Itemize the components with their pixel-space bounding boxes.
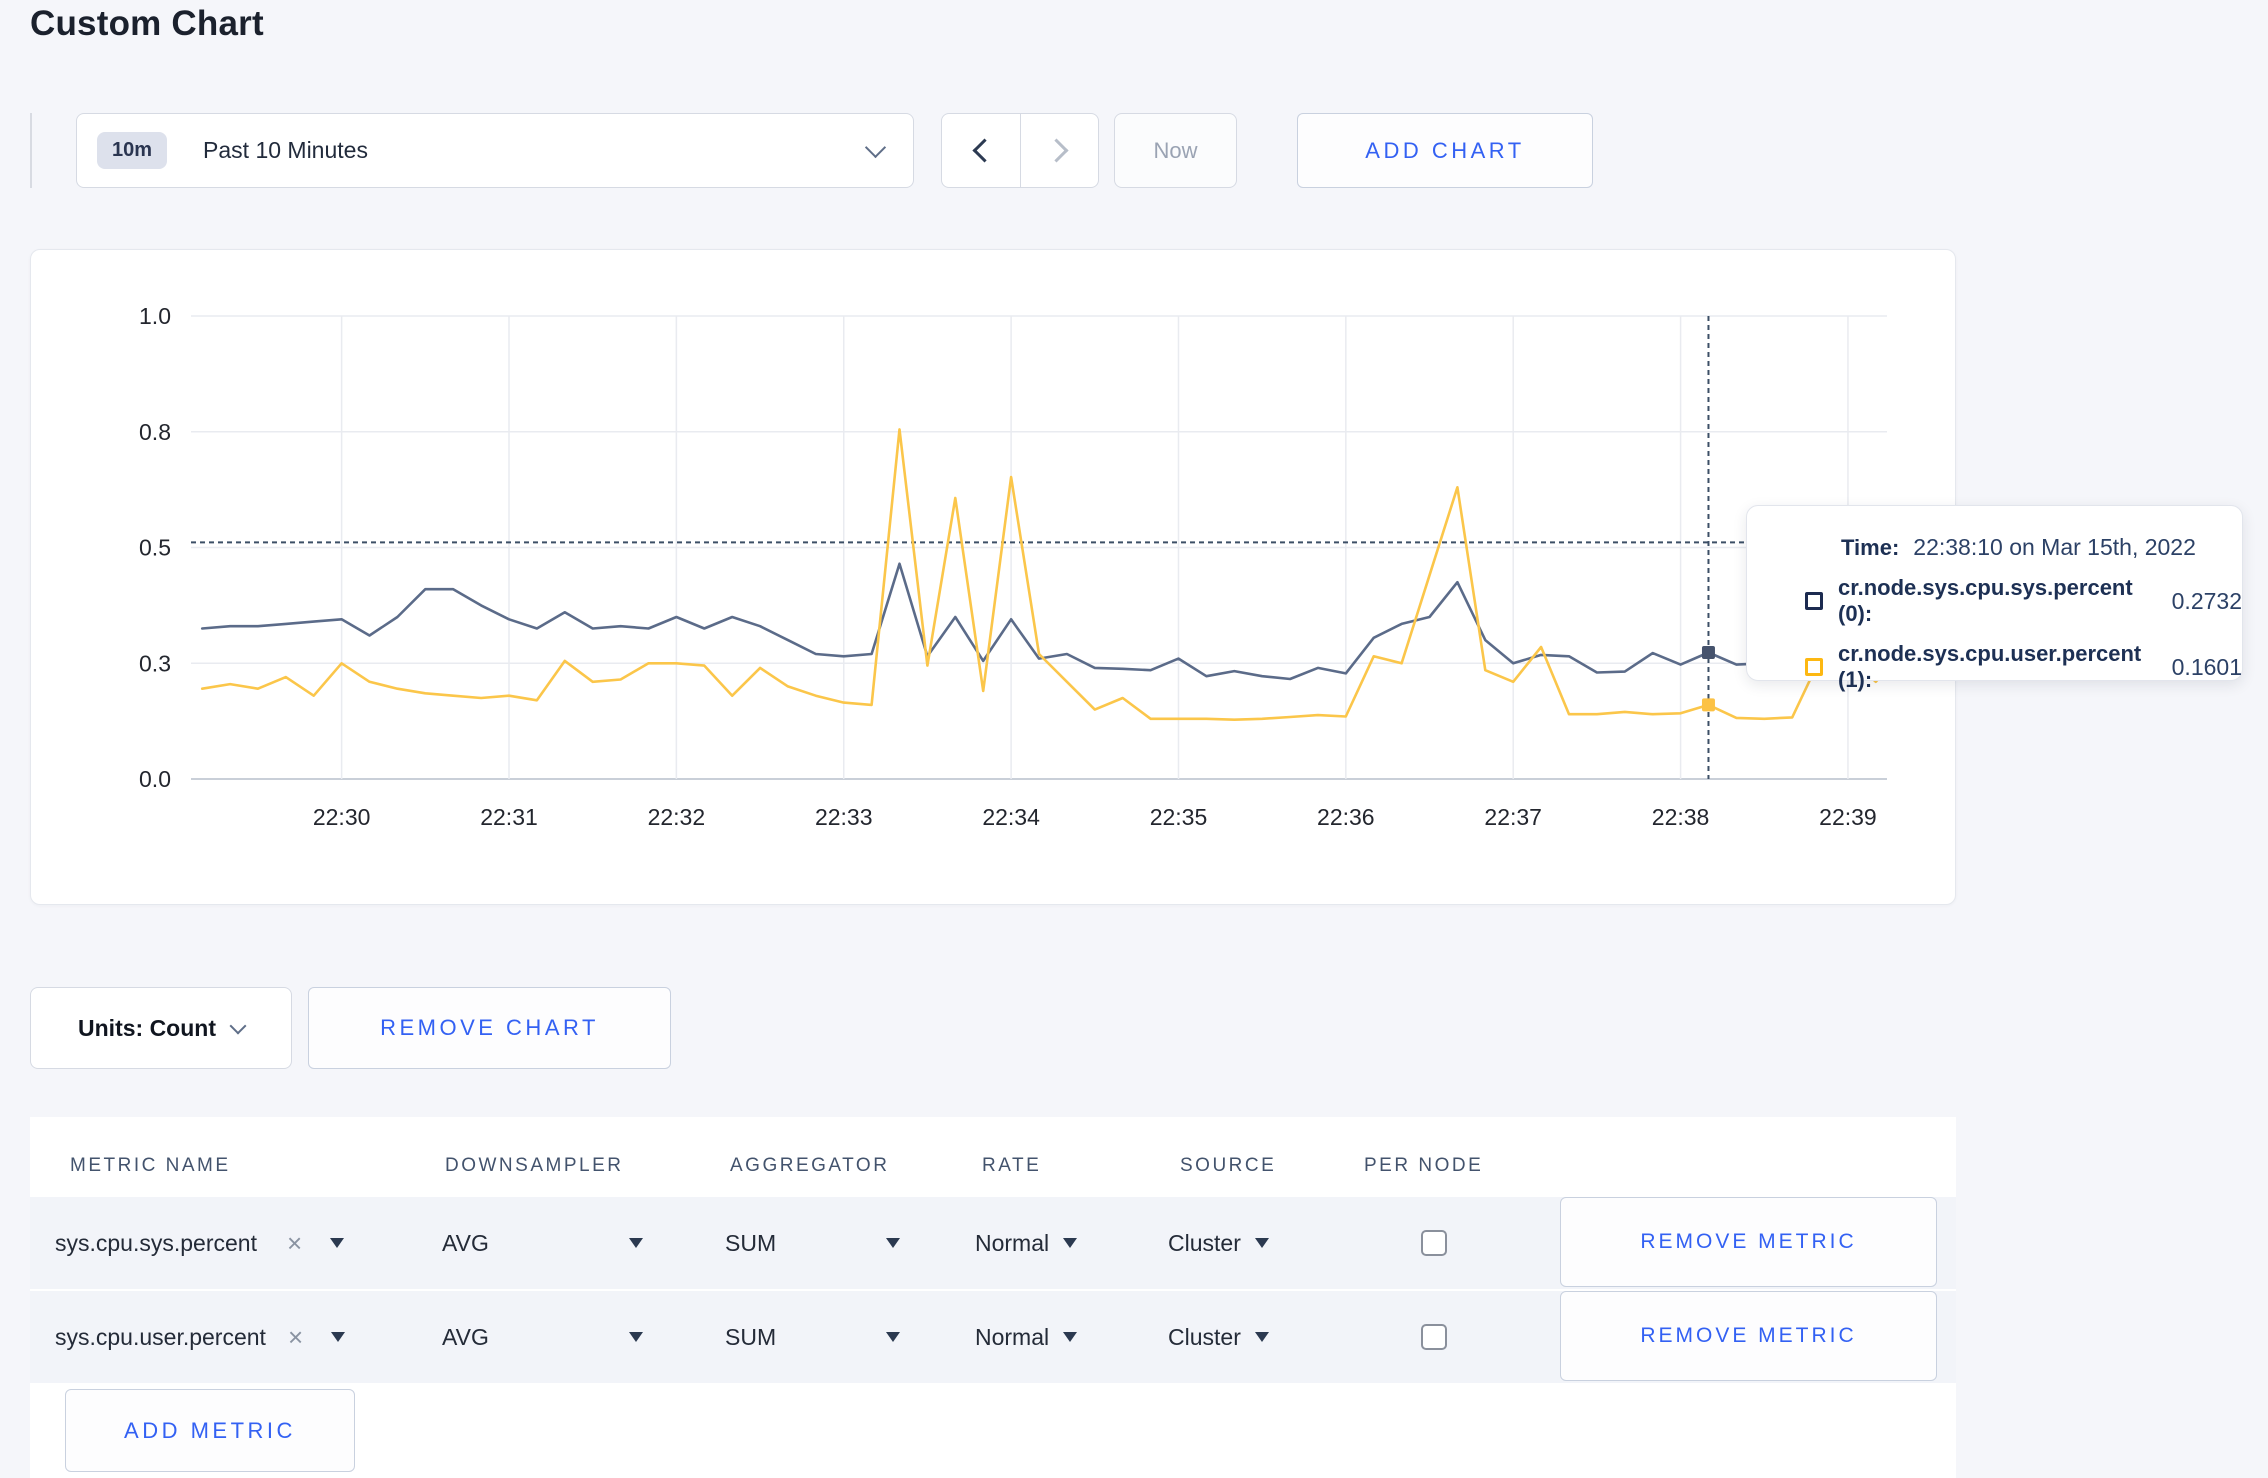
x-tick-label: 22:35 [1150,804,1208,830]
caret-down-icon [628,1238,643,1248]
chevron-down-icon [864,136,887,159]
caret-down-icon [1063,1332,1078,1342]
now-button[interactable]: Now [1114,113,1237,188]
y-tick-label: 0.3 [139,650,171,676]
metrics-table: METRIC NAME DOWNSAMPLER AGGREGATOR RATE … [30,1117,1956,1478]
col-header-aggregator: AGGREGATOR [730,1155,890,1176]
chart-card: 0.0 0.3 0.5 0.8 1.0 22:30 22:31 22:32 22:33 22:34… [30,249,2243,906]
tooltip-series-value: 0.2732 [2171,587,2242,614]
source-select[interactable]: Cluster [1168,1291,1269,1383]
y-tick-label: 0.0 [139,766,171,792]
caret-down-icon [1254,1238,1269,1248]
source-value: Cluster [1168,1323,1241,1350]
col-header-rate: RATE [982,1155,1042,1176]
metric-name-value: sys.cpu.user.percent [55,1323,266,1350]
page-title: Custom Chart [30,4,264,43]
source-select[interactable]: Cluster [1168,1197,1269,1289]
chevron-down-icon [229,1017,247,1034]
remove-chart-button[interactable]: REMOVE CHART [308,987,671,1069]
clear-metric-icon[interactable]: × [287,1228,302,1259]
time-range-badge: 10m [97,132,168,169]
x-tick-label: 22:38 [1652,804,1710,830]
tooltip-time-row: Time: 22:38:10 on Mar 15th, 2022 [1841,534,2242,561]
add-metric-button[interactable]: ADD METRIC [65,1389,355,1472]
aggregator-value: SUM [725,1323,777,1350]
y-tick-label: 1.0 [139,303,171,329]
series-user-swatch-icon [1805,658,1823,676]
chart-tooltip: Time: 22:38:10 on Mar 15th, 2022 cr.node… [1746,505,2243,692]
time-range-stepper [941,113,1099,188]
add-chart-button[interactable]: ADD CHART [1297,113,1593,188]
caret-down-icon [886,1238,901,1248]
col-header-source: SOURCE [1180,1155,1277,1176]
y-tick-label: 0.5 [139,535,171,561]
tooltip-series-value: 0.1601 [2171,653,2242,680]
crosshair-dot-sys [1701,646,1715,660]
downsampler-value: AVG [442,1229,489,1256]
previous-range-button[interactable] [942,114,1020,187]
x-tick-label: 22:30 [313,804,371,830]
per-node-checkbox[interactable] [1421,1230,1447,1256]
caret-down-icon [886,1332,901,1342]
metric-name-value: sys.cpu.sys.percent [55,1229,257,1256]
toolbar-divider [30,113,32,188]
tooltip-series-name: cr.node.sys.cpu.sys.percent (0): [1838,575,2133,626]
per-node-checkbox[interactable] [1421,1324,1447,1350]
caret-down-icon [330,1238,345,1248]
col-header-per-node: PER NODE [1364,1155,1484,1176]
x-tick-label: 22:39 [1819,804,1877,830]
aggregator-select[interactable]: SUM [725,1197,901,1289]
remove-metric-button[interactable]: REMOVE METRIC [1560,1291,1937,1381]
rate-select[interactable]: Normal [975,1291,1078,1383]
x-tick-label: 22:33 [815,804,873,830]
remove-metric-button[interactable]: REMOVE METRIC [1560,1197,1937,1287]
chevron-left-icon [971,138,997,163]
caret-down-icon [628,1332,643,1342]
downsampler-select[interactable]: AVG [442,1197,643,1289]
series-line-user [200,428,1905,722]
x-tick-label: 22:32 [648,804,706,830]
next-range-button[interactable] [1020,114,1098,187]
rate-value: Normal [975,1323,1050,1350]
rate-value: Normal [975,1229,1050,1256]
col-header-metric-name: METRIC NAME [70,1155,231,1176]
downsampler-select[interactable]: AVG [442,1291,643,1383]
col-header-downsampler: DOWNSAMPLER [445,1155,624,1176]
aggregator-select[interactable]: SUM [725,1291,901,1383]
aggregator-value: SUM [725,1229,777,1256]
clear-metric-icon[interactable]: × [288,1322,303,1353]
metric-name-combobox[interactable]: sys.cpu.user.percent × [55,1291,346,1383]
chart-canvas[interactable]: 0.0 0.3 0.5 0.8 1.0 22:30 22:31 22:32 22:33 22:34… [31,250,1957,906]
x-tick-label: 22:37 [1484,804,1542,830]
chevron-right-icon [1044,138,1069,163]
tooltip-time-value: 22:38:10 on Mar 15th, 2022 [1913,534,2196,560]
crosshair-dot-user [1701,698,1715,712]
caret-down-icon [331,1332,346,1342]
tooltip-series-name: cr.node.sys.cpu.user.percent (1): [1838,641,2142,692]
x-tick-label: 22:36 [1317,804,1375,830]
rate-select[interactable]: Normal [975,1197,1078,1289]
source-value: Cluster [1168,1229,1241,1256]
time-range-label: Past 10 Minutes [203,137,368,163]
series-sys-swatch-icon [1805,592,1823,610]
metric-name-combobox[interactable]: sys.cpu.sys.percent × [55,1197,345,1289]
downsampler-value: AVG [442,1323,489,1350]
tooltip-series-row: cr.node.sys.cpu.user.percent (1): 0.1601 [1805,641,2242,693]
caret-down-icon [1254,1332,1269,1342]
y-tick-label: 0.8 [139,419,171,445]
tooltip-time-label: Time: [1841,534,1900,560]
time-range-dropdown[interactable]: 10m Past 10 Minutes [76,113,914,188]
series-line-sys [200,562,1905,681]
units-dropdown[interactable]: Units: Count [30,987,292,1069]
x-tick-label: 22:34 [982,804,1040,830]
units-label: Units: Count [78,1014,216,1041]
x-tick-label: 22:31 [480,804,538,830]
tooltip-series-row: cr.node.sys.cpu.sys.percent (0): 0.2732 [1805,575,2242,627]
caret-down-icon [1063,1238,1078,1248]
